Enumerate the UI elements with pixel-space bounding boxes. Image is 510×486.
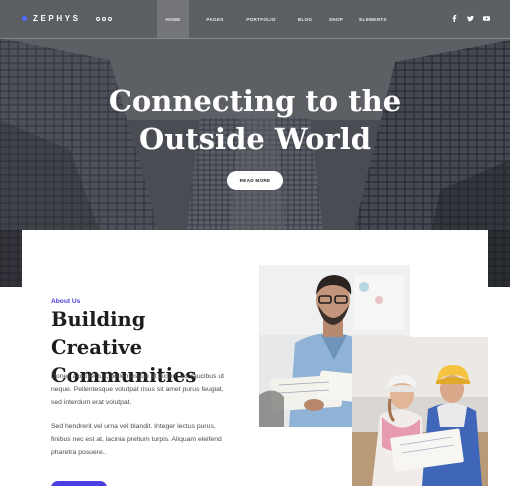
section-title-line-1: Building Creative [51,308,146,359]
nav-item-shop[interactable]: SHOP [322,0,350,38]
nav-item-blog[interactable]: BLOG [291,0,319,38]
nav-item-home[interactable]: HOME [157,0,189,38]
facebook-icon[interactable] [451,15,458,22]
youtube-icon[interactable] [483,15,490,22]
twitter-icon[interactable] [467,15,474,22]
about-paragraph-1: Donec accu lectus, pellentesque at dictu… [51,373,225,406]
section-eyebrow: About Us [51,298,81,305]
hero-title-line-1: Connecting to the [108,84,402,118]
social-links [451,15,490,22]
about-cta-button[interactable] [51,481,107,486]
photo-engineers-hard-hats [352,337,488,486]
logo[interactable]: ZEPHYS [22,14,81,23]
hero-title-line-2: Outside World [138,122,372,156]
hero-title: Connecting to the Outside World [0,82,510,158]
main-nav: HOME PAGES PORTFOLIO BLOG SHOP ELEMENTS [157,0,393,38]
nav-item-pages[interactable]: PAGES [199,0,231,38]
nav-item-portfolio[interactable]: PORTFOLIO [241,0,281,38]
more-dots-icon[interactable] [96,17,112,21]
logo-text: ZEPHYS [33,14,81,23]
nav-item-elements[interactable]: ELEMENTS [353,0,393,38]
about-paragraph-2: Sed hendrerit vel urna vel blandit. Inte… [51,423,222,456]
read-more-button[interactable]: READ MORE [227,171,283,190]
logo-dot-icon [22,16,27,21]
top-navbar: ZEPHYS HOME PAGES PORTFOLIO BLOG SHOP EL… [0,0,510,39]
